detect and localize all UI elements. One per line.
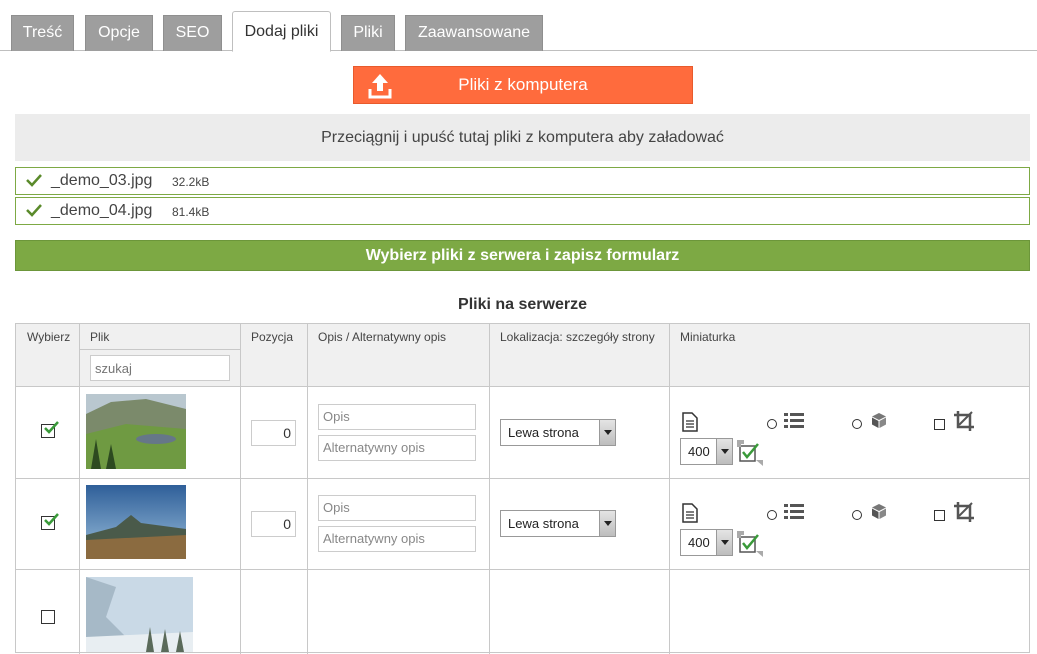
uploaded-file-row: _demo_03.jpg 32.2kB (15, 167, 1030, 195)
tab-opcje[interactable]: Opcje (85, 15, 153, 51)
uploaded-file-row: _demo_04.jpg 81.4kB (15, 197, 1030, 225)
check-icon (44, 513, 59, 526)
crop-icon (954, 411, 974, 431)
upload-from-computer-button[interactable]: Pliki z komputera (353, 66, 693, 104)
header-location: Lokalizacja: szczegóły strony (500, 330, 655, 344)
thumbnail-size-value: 400 (688, 444, 710, 459)
description-input[interactable]: Opis (318, 495, 476, 521)
header-description: Opis / Alternatywny opis (318, 330, 447, 344)
tab-zaawansowane[interactable]: Zaawansowane (405, 15, 543, 51)
file-thumbnail-image[interactable] (86, 485, 186, 559)
check-icon (26, 174, 42, 187)
document-icon (682, 412, 698, 432)
layout-radio-list[interactable] (767, 419, 777, 429)
resize-thumbnail-icon[interactable] (737, 440, 765, 466)
header-file: Plik (90, 330, 110, 344)
resize-thumbnail-icon[interactable] (737, 531, 765, 557)
dropzone[interactable]: Przeciągnij i upuść tutaj pliki z komput… (15, 114, 1030, 161)
server-files-table: Wybierz Plik Pozycja Opis / Alternatywny… (15, 323, 1030, 654)
header-thumbnail: Miniaturka (680, 330, 736, 344)
document-icon (682, 503, 698, 523)
crop-icon (954, 502, 974, 522)
alt-description-input[interactable]: Alternatywny opis (318, 526, 476, 552)
file-size: 32.2kB (172, 175, 210, 189)
layout-radio-box[interactable] (852, 419, 862, 429)
layout-radio-list[interactable] (767, 510, 777, 520)
upload-icon (368, 74, 392, 99)
file-thumbnail-image[interactable] (86, 577, 193, 652)
tab-tresc[interactable]: Treść (11, 15, 74, 51)
crop-checkbox[interactable] (934, 510, 945, 521)
list-icon (784, 504, 804, 519)
select-server-files-button[interactable]: Wybierz pliki z serwera i zapisz formula… (15, 240, 1030, 271)
tab-seo[interactable]: SEO (163, 15, 222, 51)
tab-bar: Treść Opcje SEO Dodaj pliki Pliki Zaawan… (0, 0, 1037, 52)
header-position: Pozycja (251, 330, 294, 344)
upload-button-label: Pliki z komputera (458, 75, 588, 94)
file-size: 81.4kB (172, 205, 210, 219)
check-icon (44, 421, 59, 434)
position-input[interactable]: 0 (251, 511, 296, 537)
alt-description-input[interactable]: Alternatywny opis (318, 435, 476, 461)
crop-checkbox[interactable] (934, 419, 945, 430)
row-select-checkbox[interactable] (41, 610, 55, 624)
tab-pliki[interactable]: Pliki (341, 15, 395, 51)
location-select[interactable]: Lewa strona (500, 510, 616, 537)
thumbnail-size-value: 400 (688, 535, 710, 550)
file-name: _demo_04.jpg (51, 202, 153, 219)
row-select-checkbox[interactable] (41, 513, 59, 530)
check-icon (26, 204, 42, 217)
position-input[interactable]: 0 (251, 420, 296, 446)
file-thumbnail-image[interactable] (86, 394, 186, 469)
file-name: _demo_03.jpg (51, 172, 153, 189)
cube-icon (872, 413, 886, 428)
list-icon (784, 413, 804, 428)
location-select-value: Lewa strona (508, 516, 579, 531)
header-select: Wybierz (27, 330, 71, 344)
search-input[interactable] (90, 355, 230, 381)
thumbnail-size-select[interactable]: 400 (680, 438, 733, 465)
description-input[interactable]: Opis (318, 404, 476, 430)
cube-icon (872, 504, 886, 519)
location-select-value: Lewa strona (508, 425, 579, 440)
tab-dodaj-pliki[interactable]: Dodaj pliki (232, 11, 331, 52)
thumbnail-size-select[interactable]: 400 (680, 529, 733, 556)
section-title: Pliki na serwerze (458, 296, 587, 313)
row-select-checkbox[interactable] (41, 421, 59, 438)
location-select[interactable]: Lewa strona (500, 419, 616, 446)
layout-radio-box[interactable] (852, 510, 862, 520)
